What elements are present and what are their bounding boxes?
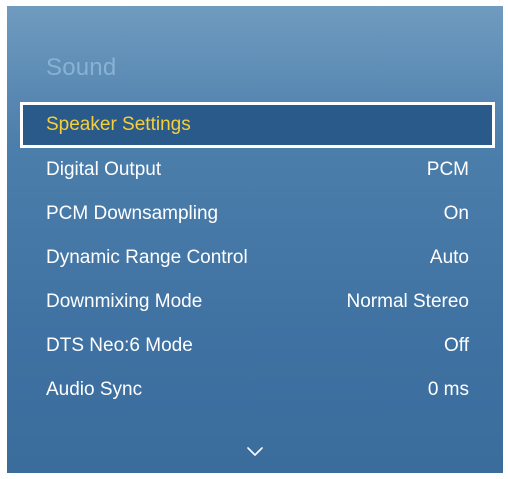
menu-item-pcm-downsampling[interactable]: PCM Downsampling On [20,192,495,236]
menu-item-downmixing-mode[interactable]: Downmixing Mode Normal Stereo [20,280,495,324]
menu-item-value: On [443,203,469,224]
menu-title: Sound [46,54,117,81]
menu-item-label: Dynamic Range Control [46,247,248,268]
menu-item-dts-neo6-mode[interactable]: DTS Neo:6 Mode Off [20,324,495,368]
menu-item-label: Downmixing Mode [46,291,203,312]
menu-item-value: PCM [426,159,469,180]
chevron-down-icon[interactable] [247,447,263,457]
menu-item-label: DTS Neo:6 Mode [46,335,193,356]
menu-item-label: PCM Downsampling [46,203,219,224]
menu-list: Speaker Settings Digital Output PCM PCM … [20,102,495,412]
menu-item-value: 0 ms [427,379,469,400]
menu-item-dynamic-range-control[interactable]: Dynamic Range Control Auto [20,236,495,280]
menu-item-value: Auto [429,247,469,268]
menu-item-value: Normal Stereo [346,291,470,312]
sound-menu-panel: Sound Speaker Settings Digital Output PC… [7,6,503,473]
menu-item-digital-output[interactable]: Digital Output PCM [20,148,495,192]
menu-item-speaker-settings[interactable]: Speaker Settings [20,102,495,148]
menu-item-label: Speaker Settings [46,114,191,135]
menu-item-audio-sync[interactable]: Audio Sync 0 ms [20,368,495,412]
menu-item-value: Off [444,335,469,356]
menu-item-label: Digital Output [46,159,162,180]
menu-item-label: Audio Sync [46,379,143,400]
